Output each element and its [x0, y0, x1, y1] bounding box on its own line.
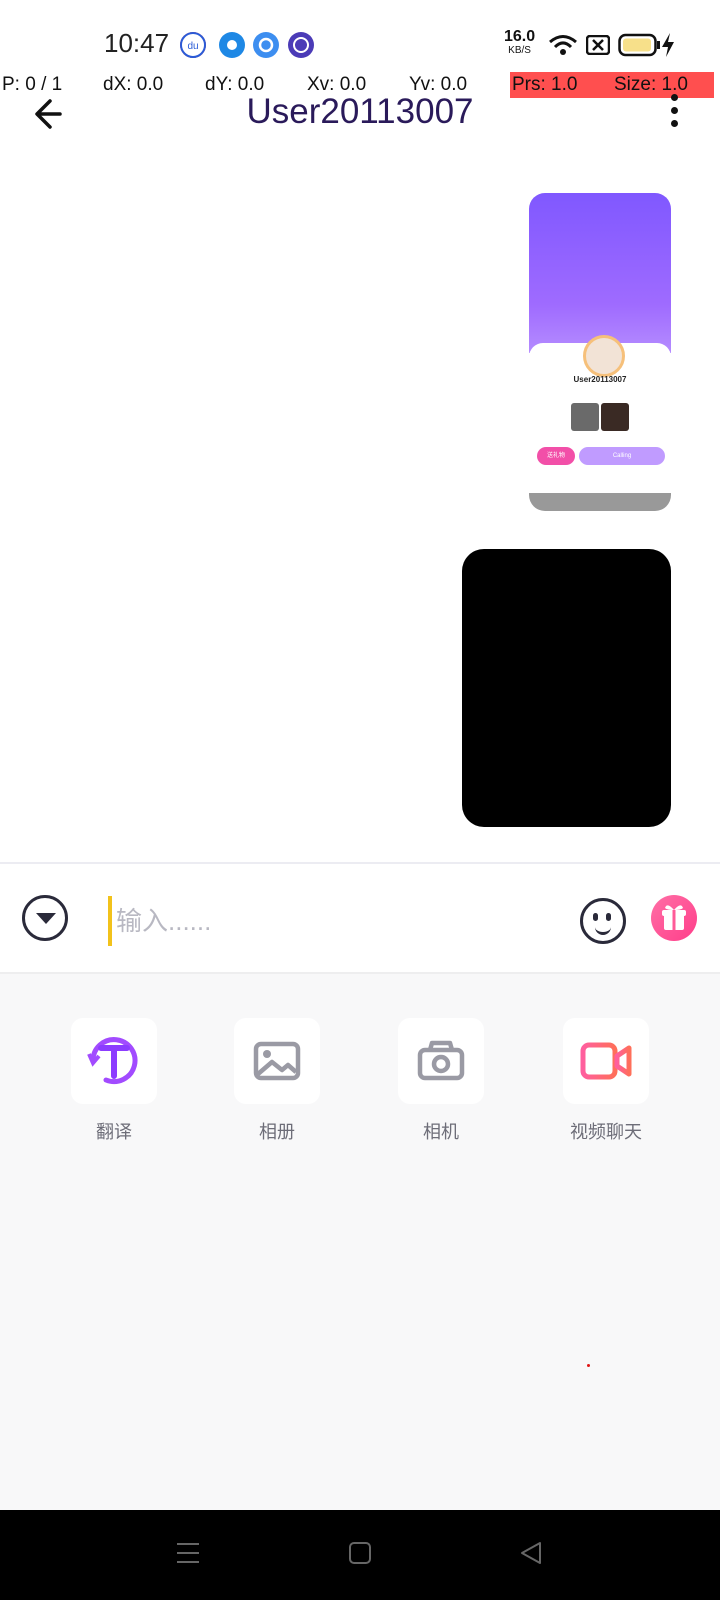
thumbnail-header-bg	[529, 193, 671, 353]
thumbnail-photo	[601, 403, 629, 431]
tool-label: 相册	[259, 1122, 295, 1142]
arrow-left-icon[interactable]	[30, 92, 74, 136]
tool-album[interactable]: 相册	[217, 1018, 337, 1144]
network-speed-value: 16.0	[504, 28, 536, 45]
touch-indicator	[587, 1364, 590, 1367]
tool-camera[interactable]: 相机	[381, 1018, 501, 1144]
network-speed-unit: KB/S	[508, 45, 531, 56]
camera-icon	[417, 1040, 465, 1081]
thumbnail-gift-button: 送礼物	[537, 447, 575, 465]
battery-low-icon	[618, 33, 660, 57]
baidu-icon: du	[180, 32, 206, 58]
translate-icon	[87, 1037, 138, 1085]
message-input[interactable]	[108, 896, 558, 946]
app-blue-circle-icon	[219, 32, 245, 58]
network-speed: 16.0 KB/S	[504, 28, 536, 58]
menu-icon[interactable]	[175, 1540, 201, 1571]
thumbnail-call-button: Calling	[579, 447, 665, 465]
tool-label: 相机	[423, 1122, 459, 1142]
tool-panel: 翻译 相册 相机 视频聊天	[0, 972, 720, 1512]
tool-translate[interactable]: 翻译	[54, 1018, 174, 1144]
thumbnail-nav-bar	[529, 493, 671, 511]
home-icon[interactable]	[347, 1540, 373, 1571]
debug-size: Size: 1.0	[612, 72, 714, 98]
chevron-down-circle-icon[interactable]	[22, 895, 68, 941]
video-message[interactable]	[462, 549, 671, 827]
system-nav-bar	[0, 1510, 720, 1600]
wifi-icon	[549, 35, 577, 55]
page-title: User20113007	[246, 92, 474, 131]
smiley-icon[interactable]	[580, 898, 626, 944]
gift-icon	[662, 905, 686, 930]
thumbnail-name: User20113007	[573, 375, 627, 384]
charging-icon	[662, 33, 674, 57]
back-triangle-icon[interactable]	[518, 1540, 544, 1571]
svg-text:du: du	[187, 41, 198, 52]
no-sim-icon	[586, 35, 610, 55]
tool-label: 视频聊天	[570, 1122, 642, 1142]
thumbnail-photo	[571, 403, 599, 431]
app-search-icon	[253, 32, 279, 58]
more-vertical-icon[interactable]	[666, 94, 682, 134]
divider	[0, 862, 720, 864]
tool-label: 翻译	[96, 1122, 132, 1142]
tool-video-chat[interactable]: 视频聊天	[546, 1018, 666, 1144]
video-camera-icon	[580, 1042, 632, 1080]
thumbnail-avatar	[583, 335, 625, 377]
status-time: 10:47	[104, 28, 170, 58]
image-icon	[253, 1041, 301, 1081]
image-message[interactable]: User20113007 送礼物 Calling	[529, 193, 671, 511]
status-bar: 10:47 du 16.0 KB/S	[0, 0, 720, 80]
gift-button[interactable]	[651, 895, 697, 941]
app-purple-circle-icon	[288, 32, 314, 58]
